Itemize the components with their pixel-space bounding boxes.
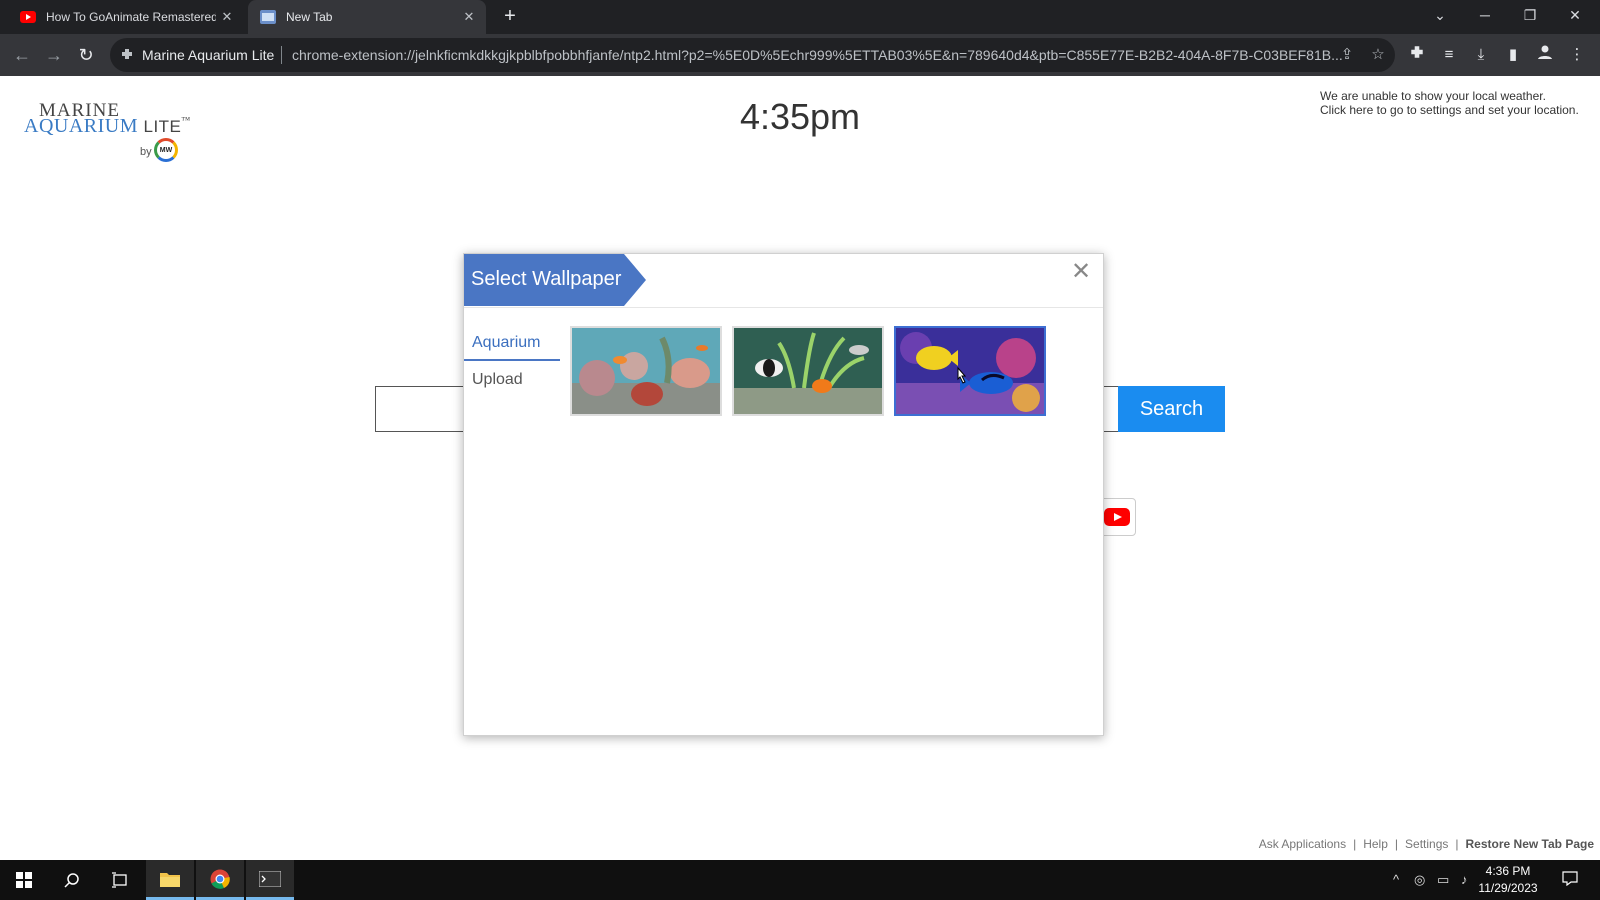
tab-title: How To GoAnimate Remastered xyxy=(46,10,216,24)
bookmark-star-icon[interactable]: ☆ xyxy=(1368,45,1388,65)
mouse-cursor-icon xyxy=(954,366,968,386)
select-wallpaper-dialog: Select Wallpaper ✕ Aquarium Upload xyxy=(463,253,1104,736)
footer-link-help[interactable]: Help xyxy=(1363,837,1388,851)
dialog-header: Select Wallpaper ✕ xyxy=(464,254,1103,308)
minimize-icon[interactable]: ─ xyxy=(1465,0,1505,30)
tab-close-button[interactable]: ✕ xyxy=(458,9,480,25)
footer-separator: | xyxy=(1353,837,1357,851)
wallpaper-thumbnail-1[interactable] xyxy=(570,326,722,416)
window-close-icon[interactable]: ✕ xyxy=(1555,0,1595,30)
dialog-title: Select Wallpaper xyxy=(471,268,622,290)
weather-notice[interactable]: We are unable to show your local weather… xyxy=(1320,89,1590,117)
tray-chevron-icon[interactable]: ^ xyxy=(1393,872,1399,887)
search-icon[interactable] xyxy=(48,860,96,900)
chrome-icon[interactable] xyxy=(196,860,244,900)
clock: 4:35pm xyxy=(739,96,861,137)
windows-start-icon[interactable] xyxy=(0,860,48,900)
mw-badge-text: MW xyxy=(159,146,173,154)
restore-icon[interactable]: ❐ xyxy=(1510,0,1550,30)
terminal-icon[interactable] xyxy=(246,860,294,900)
new-tab-button[interactable]: + xyxy=(498,5,522,29)
search-button[interactable]: Search xyxy=(1118,386,1225,432)
extensions-puzzle-icon[interactable] xyxy=(1406,44,1428,66)
weather-line-1: We are unable to show your local weather… xyxy=(1320,89,1546,103)
logo-trademark: ™ xyxy=(181,115,191,125)
dialog-close-button[interactable]: ✕ xyxy=(1070,260,1092,284)
omnibox-divider xyxy=(281,46,282,64)
tab-goanimate[interactable]: How To GoAnimate Remastered ✕ xyxy=(8,0,244,34)
media-queue-icon[interactable]: ≡ xyxy=(1438,44,1460,66)
volume-icon[interactable]: ♪ xyxy=(1461,872,1468,887)
logo-by: by xyxy=(140,146,152,158)
dialog-title-ribbon: Select Wallpaper xyxy=(464,254,646,306)
aquarium-favicon-icon xyxy=(260,9,276,25)
wallpaper-thumbnail-2[interactable] xyxy=(732,326,884,416)
menu-kebab-icon[interactable]: ⋮ xyxy=(1566,44,1588,66)
url-text[interactable]: chrome-extension://jelnkficmkdkkgjkpblbf… xyxy=(292,47,1342,63)
tab-upload[interactable]: Upload xyxy=(472,371,523,389)
task-view-icon[interactable] xyxy=(96,860,144,900)
tab-aquarium[interactable]: Aquarium xyxy=(472,334,540,352)
logo-line-3: LITE xyxy=(143,117,182,136)
footer-link-ask-applications[interactable]: Ask Applications xyxy=(1259,837,1346,851)
active-tab-underline xyxy=(464,359,560,361)
windows-taskbar: ^ ◎ ▭ ♪ 4:36 PM 11/29/2023 xyxy=(0,860,1600,900)
footer-separator: | xyxy=(1455,837,1459,851)
network-icon[interactable]: ▭ xyxy=(1437,872,1449,888)
extension-icon xyxy=(120,47,134,66)
reload-icon[interactable]: ↻ xyxy=(72,44,100,66)
profile-avatar-icon[interactable] xyxy=(1534,44,1556,66)
taskbar-clock[interactable]: 4:36 PM 11/29/2023 xyxy=(1468,863,1548,897)
file-explorer-icon[interactable] xyxy=(146,860,194,900)
back-icon[interactable]: ← xyxy=(8,44,36,66)
tab-title: New Tab xyxy=(286,10,333,24)
tray-meet-icon[interactable]: ◎ xyxy=(1414,872,1425,888)
mw-badge-icon: MW xyxy=(154,138,178,162)
wallpaper-thumbnail-3-selected[interactable] xyxy=(894,326,1046,416)
download-icon[interactable]: ⤓ xyxy=(1470,44,1492,66)
tab-new-tab[interactable]: New Tab ✕ xyxy=(248,0,486,34)
share-icon[interactable]: ⇪ xyxy=(1337,45,1357,65)
tab-close-button[interactable]: ✕ xyxy=(216,9,238,25)
weather-line-2[interactable]: Click here to go to settings and set you… xyxy=(1320,103,1590,117)
side-panel-icon[interactable]: ▮ xyxy=(1502,44,1524,66)
taskbar-date: 11/29/2023 xyxy=(1478,881,1538,895)
tab-search-icon[interactable]: ⌄ xyxy=(1420,0,1460,30)
marine-aquarium-logo: MARINE AQUARIUM LITE™ by MW xyxy=(24,100,194,170)
footer-link-restore[interactable]: Restore New Tab Page xyxy=(1466,837,1594,851)
footer-separator: | xyxy=(1394,837,1399,851)
footer-links: Ask Applications | Help | Settings | Restore N… xyxy=(1259,837,1594,851)
address-bar[interactable]: Marine Aquarium Lite chrome-extension://… xyxy=(110,38,1395,72)
logo-line-2: AQUARIUM xyxy=(24,115,138,137)
youtube-favicon-icon xyxy=(20,9,36,25)
browser-tab-strip: How To GoAnimate Remastered ✕ New Tab ✕ … xyxy=(0,0,1600,34)
site-name: Marine Aquarium Lite xyxy=(142,47,275,63)
taskbar-time: 4:36 PM xyxy=(1485,864,1531,878)
notifications-icon[interactable] xyxy=(1562,870,1578,889)
forward-icon[interactable]: → xyxy=(40,44,68,66)
footer-link-settings[interactable]: Settings xyxy=(1405,837,1448,851)
